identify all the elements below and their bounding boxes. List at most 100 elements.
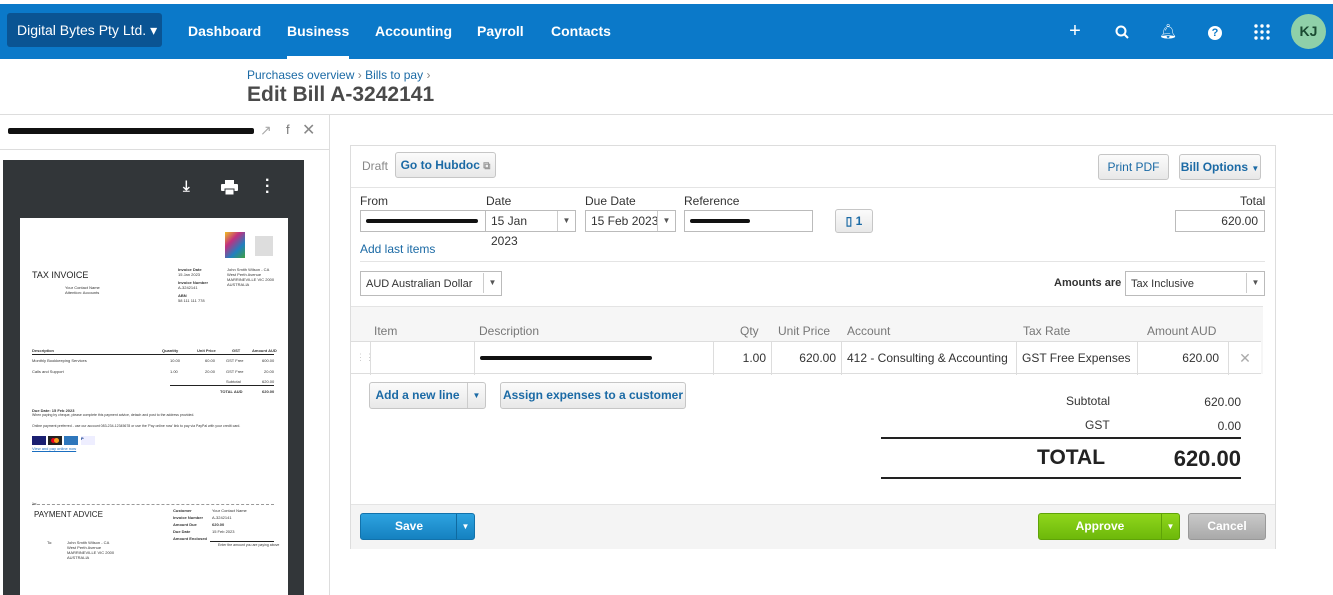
download-icon[interactable]: ⤓ [183, 178, 190, 195]
label: Customer [173, 508, 192, 513]
tax-rate-cell[interactable]: GST Free Expenses [1016, 342, 1137, 375]
cancel-button[interactable]: Cancel [1188, 513, 1266, 540]
date-input[interactable]: 15 Jan 2023 ▼ [485, 210, 576, 248]
value: 620.00 [262, 379, 275, 384]
grand-total-value: 620.00 [1173, 446, 1241, 471]
caret-down-icon: ▼ [557, 211, 575, 231]
hint: Enter the amount you are paying above [218, 543, 280, 547]
delete-line-icon[interactable]: ✕ [1228, 342, 1261, 375]
apps-grid-icon[interactable] [1250, 4, 1274, 59]
scissors-icon: ✂ [32, 502, 38, 508]
save-button[interactable]: Save ▼ [360, 513, 475, 540]
divider [0, 149, 329, 150]
help-icon[interactable]: ? [1203, 4, 1227, 59]
amounts-are-label: Amounts are [1054, 277, 1122, 289]
account-cell[interactable]: 412 - Consulting & Accounting [841, 342, 1016, 375]
col-description: Description [479, 324, 540, 338]
file-icon: ▯ [845, 214, 853, 228]
reference-input[interactable] [684, 210, 813, 232]
add-last-items-link[interactable]: Add last items [360, 242, 435, 256]
nav-payroll[interactable]: Payroll [477, 4, 524, 59]
paypal-icon: P [81, 436, 95, 445]
subtotal-label: Subtotal [1066, 394, 1111, 408]
cell: GST Free [226, 369, 244, 374]
print-icon[interactable] [221, 180, 238, 198]
redacted-filename [8, 128, 254, 134]
col: Quantity [162, 348, 179, 353]
org-switcher[interactable]: Digital Bytes Pty Ltd. ▾ [7, 13, 162, 47]
nav-business[interactable]: Business [287, 4, 350, 59]
assign-expenses-button[interactable]: Assign expenses to a customer [500, 382, 686, 409]
pay-link[interactable]: View and pay online now [32, 446, 76, 451]
due-date-input[interactable]: 15 Feb 2023 ▼ [585, 210, 676, 232]
amount-cell[interactable]: 620.00 [1137, 342, 1228, 375]
col: Unit Price [197, 348, 216, 353]
gst-label: GST [1085, 418, 1110, 432]
bell-icon[interactable]: 🔔︎ [1156, 4, 1180, 59]
total-heading: TOTAL [1037, 446, 1106, 469]
qty-cell[interactable]: 1.00 [713, 342, 771, 375]
search-icon[interactable] [1110, 4, 1134, 59]
caret-down-icon: ▾ [150, 22, 158, 38]
due-date-label: Due Date [585, 194, 636, 208]
visa-icon [32, 436, 46, 445]
value: A-3242141 [212, 515, 232, 520]
cell: GST Free [226, 358, 244, 363]
gst-value: 0.00 [1217, 419, 1241, 433]
from-input[interactable] [360, 210, 486, 232]
add-new-line-button[interactable]: Add a new line ▼ [369, 382, 486, 409]
col: Description [32, 348, 55, 353]
value: 620.00 [212, 522, 225, 527]
cell: Monthly Bookkeeping Services [32, 358, 87, 363]
cell: 20.00 [264, 369, 275, 374]
cell: 20.00 [205, 369, 216, 374]
file-icon: f [286, 122, 290, 137]
caret-down-icon: ▼ [1161, 514, 1179, 539]
label: Due Date [173, 529, 191, 534]
amounts-are-select[interactable]: Tax Inclusive ▼ [1125, 271, 1265, 296]
invoice-heading: TAX INVOICE [32, 270, 89, 280]
print-pdf-button[interactable]: Print PDF [1098, 154, 1169, 180]
breadcrumb-bills[interactable]: Bills to pay [365, 68, 423, 82]
approve-button[interactable]: Approve ▼ [1038, 513, 1180, 540]
col-account: Account [847, 324, 891, 338]
from-label: From [360, 194, 388, 208]
caret-down-icon: ▼ [657, 211, 675, 231]
logo-image [225, 232, 245, 258]
breadcrumb: Purchases overview › Bills to pay › [247, 68, 431, 82]
nav-dashboard[interactable]: Dashboard [188, 4, 261, 59]
go-to-hubdoc-button[interactable]: Go to Hubdoc ⧉ [395, 152, 496, 178]
caret-down-icon: ▼ [467, 383, 485, 408]
plus-icon[interactable]: + [1063, 4, 1087, 59]
cell: 600.00 [262, 358, 275, 363]
label: To: [47, 540, 53, 545]
label: Amount Due [173, 522, 197, 527]
attachments-button[interactable]: ▯ 1 [835, 209, 873, 233]
col-item: Item [374, 324, 398, 338]
breadcrumb-purchases[interactable]: Purchases overview [247, 68, 354, 82]
item-cell[interactable] [370, 342, 474, 375]
page-title: Edit Bill A-3242141 [247, 83, 435, 106]
subtotal-value: 620.00 [1204, 395, 1241, 409]
unit-price-cell[interactable]: 620.00 [771, 342, 841, 375]
line-items-table: Item Description Qty Unit Price Account … [351, 306, 1263, 375]
currency-select[interactable]: AUD Australian Dollar ▼ [360, 271, 502, 296]
avatar[interactable]: KJ [1291, 14, 1326, 49]
expand-icon[interactable]: ↗ [260, 122, 272, 139]
col-amount: Amount AUD [1147, 324, 1217, 338]
total-input[interactable]: 620.00 [1175, 210, 1265, 232]
invoice-page: TAX INVOICE Your Contact Name Attention:… [20, 218, 288, 595]
close-icon[interactable]: ✕ [302, 120, 315, 140]
label: Subtotal [226, 379, 241, 384]
nav-contacts[interactable]: Contacts [551, 4, 611, 59]
advice-heading: PAYMENT ADVICE [34, 510, 103, 519]
col-tax-rate: Tax Rate [1023, 324, 1071, 338]
more-icon[interactable]: · · · [265, 173, 270, 201]
bill-options-button[interactable]: Bill Options ▼ [1179, 154, 1261, 180]
attention: Attention: Accounts [65, 290, 100, 295]
nav-accounting[interactable]: Accounting [375, 4, 452, 59]
description-cell[interactable] [474, 342, 713, 375]
col-qty: Qty [740, 324, 759, 338]
date-label: Date [486, 194, 512, 208]
text: When paying by cheque, please complete t… [32, 413, 195, 417]
